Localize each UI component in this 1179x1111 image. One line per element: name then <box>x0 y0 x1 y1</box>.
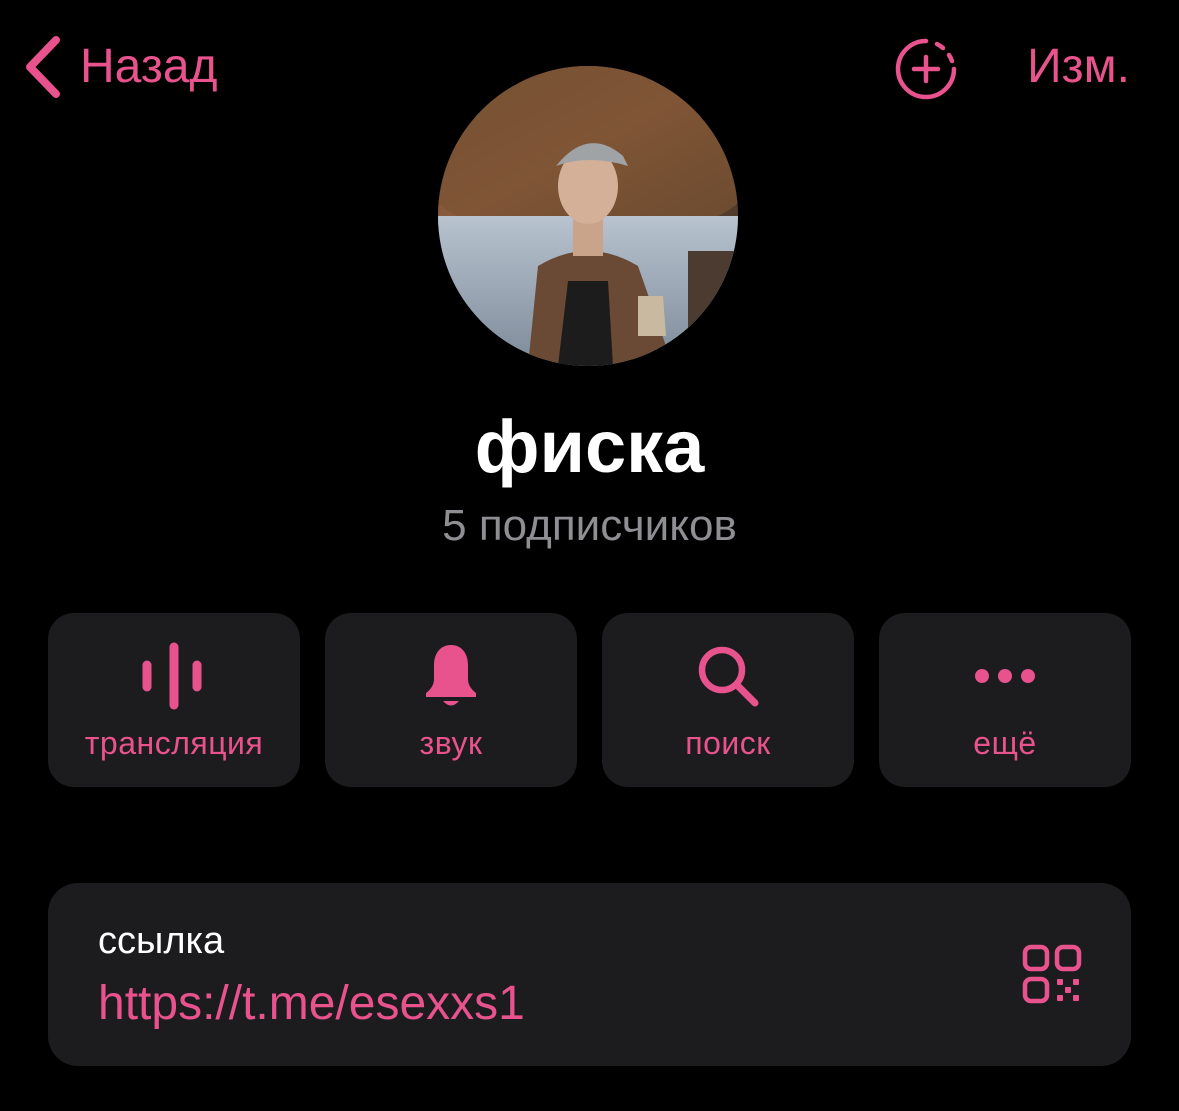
channel-name: фиска <box>474 405 705 488</box>
edit-button[interactable]: Изм. <box>1027 32 1130 102</box>
qr-code-icon <box>1022 944 1082 1004</box>
more-button[interactable]: ещё <box>879 613 1131 787</box>
search-button[interactable]: поиск <box>602 613 854 787</box>
action-buttons: трансляция звук поиск ещё <box>48 613 1131 787</box>
live-stream-label: трансляция <box>84 725 264 761</box>
avatar[interactable] <box>438 66 738 366</box>
voice-chat-icon <box>142 642 202 710</box>
subscribers-count: 5 подписчиков <box>442 501 737 550</box>
back-button[interactable]: Назад <box>20 32 218 102</box>
avatar-photo <box>438 66 738 366</box>
more-dots-icon <box>975 669 1035 683</box>
chevron-left-icon <box>26 36 60 98</box>
add-story-button[interactable] <box>893 36 959 102</box>
search-label: поиск <box>685 725 771 761</box>
more-label: ещё <box>973 725 1037 761</box>
sound-label: звук <box>419 725 483 761</box>
link-url[interactable]: https://t.me/esexxs1 <box>98 974 525 1034</box>
qr-code-button[interactable] <box>1022 944 1082 1004</box>
live-stream-button[interactable]: трансляция <box>48 613 300 787</box>
bell-icon <box>426 645 476 706</box>
add-story-icon <box>895 38 957 100</box>
link-caption: ссылка <box>98 920 225 962</box>
search-icon <box>698 646 759 707</box>
sound-button[interactable]: звук <box>325 613 577 787</box>
back-button-label: Назад <box>80 40 218 93</box>
